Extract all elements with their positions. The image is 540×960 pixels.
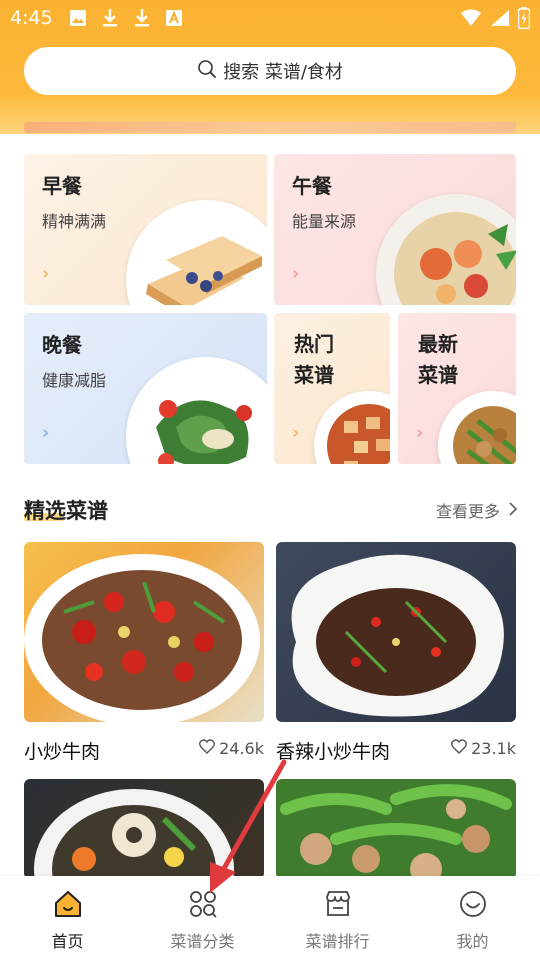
recipe-name[interactable]: 香辣小炒牛肉 <box>276 737 390 764</box>
smile-profile-icon <box>457 888 489 920</box>
category-title: 早餐 <box>42 174 82 198</box>
banner-strip <box>24 122 516 133</box>
section-title: 精选菜谱 <box>24 499 108 523</box>
double-chevron-icon: ›› <box>292 423 298 443</box>
dinner-salad-image <box>126 357 267 464</box>
category-title-line2: 菜谱 <box>418 363 458 387</box>
recipe-image[interactable] <box>276 542 516 722</box>
category-card-hot-recipes[interactable]: 热门 菜谱 ›› <box>274 313 390 464</box>
nav-label: 首页 <box>51 932 84 951</box>
heart-icon <box>199 739 216 758</box>
category-card-dinner[interactable]: 晚餐 健康减脂 ›› <box>24 313 267 464</box>
category-subtitle: 能量来源 <box>292 212 357 231</box>
breakfast-food-image <box>126 200 267 305</box>
nav-label: 菜谱排行 <box>305 932 370 951</box>
nav-label: 我的 <box>456 932 489 951</box>
store-ranking-icon <box>322 888 354 920</box>
new-recipe-image <box>438 391 516 464</box>
category-title-line2: 菜谱 <box>294 363 334 387</box>
likes-count: 23.1k <box>471 739 516 758</box>
heart-icon <box>451 739 468 758</box>
nav-item-profile[interactable]: 我的 <box>405 876 540 960</box>
double-chevron-icon: ›› <box>416 423 422 443</box>
download-icon <box>132 8 152 28</box>
recipe-image[interactable] <box>276 779 516 879</box>
search-placeholder: 搜索 菜谱/食材 <box>223 62 343 83</box>
category-title-line1: 热门 <box>294 332 334 356</box>
recipe-image[interactable] <box>24 779 264 879</box>
category-card-new-recipes[interactable]: 最新 菜谱 ›› <box>398 313 516 464</box>
notification-icons <box>68 8 184 28</box>
home-icon <box>52 888 84 920</box>
recipe-image[interactable] <box>24 542 264 722</box>
likes-count: 24.6k <box>219 739 264 758</box>
nav-label: 菜谱分类 <box>170 932 235 951</box>
recipe-likes[interactable]: 23.1k <box>451 739 516 758</box>
image-icon <box>68 8 88 28</box>
see-more-link[interactable]: 查看更多 <box>436 498 518 522</box>
app-screen: 4:45 搜索 菜谱/食材 早餐 精神满满 ›› 午餐 能量来源 ›› 晚餐 健… <box>0 0 540 960</box>
see-more-label: 查看更多 <box>435 502 500 521</box>
category-title: 午餐 <box>292 174 332 198</box>
header: 4:45 搜索 菜谱/食材 <box>0 0 540 134</box>
status-bar: 4:45 <box>0 0 540 38</box>
recipe-name[interactable]: 小炒牛肉 <box>24 737 100 764</box>
status-time: 4:45 <box>10 7 53 29</box>
signal-icon <box>490 9 510 31</box>
category-grid-icon <box>187 888 219 920</box>
search-bar[interactable]: 搜索 菜谱/食材 <box>24 47 516 95</box>
category-title: 晚餐 <box>42 333 82 357</box>
nav-item-home[interactable]: 首页 <box>0 876 135 960</box>
download-icon <box>100 8 120 28</box>
battery-icon <box>517 7 531 33</box>
font-app-icon <box>164 8 184 28</box>
category-card-breakfast[interactable]: 早餐 精神满满 ›› <box>24 154 267 305</box>
category-card-lunch[interactable]: 午餐 能量来源 ›› <box>274 154 516 305</box>
nav-item-ranking[interactable]: 菜谱排行 <box>270 876 405 960</box>
category-title-line1: 最新 <box>418 332 458 356</box>
search-icon <box>197 59 217 83</box>
system-icons <box>460 7 531 33</box>
double-chevron-icon: ›› <box>42 264 48 284</box>
double-chevron-icon: ›› <box>42 423 48 443</box>
nav-item-categories[interactable]: 菜谱分类 <box>135 876 270 960</box>
wifi-icon <box>460 9 482 31</box>
category-subtitle: 健康减脂 <box>42 371 107 390</box>
chevron-right-icon <box>508 501 518 520</box>
lunch-food-image <box>376 194 516 305</box>
bottom-nav: 首页 菜谱分类 菜谱排行 我的 <box>0 876 540 960</box>
double-chevron-icon: ›› <box>292 264 298 284</box>
hot-recipe-image <box>314 391 390 464</box>
category-subtitle: 精神满满 <box>42 212 107 231</box>
recipe-likes[interactable]: 24.6k <box>199 739 264 758</box>
